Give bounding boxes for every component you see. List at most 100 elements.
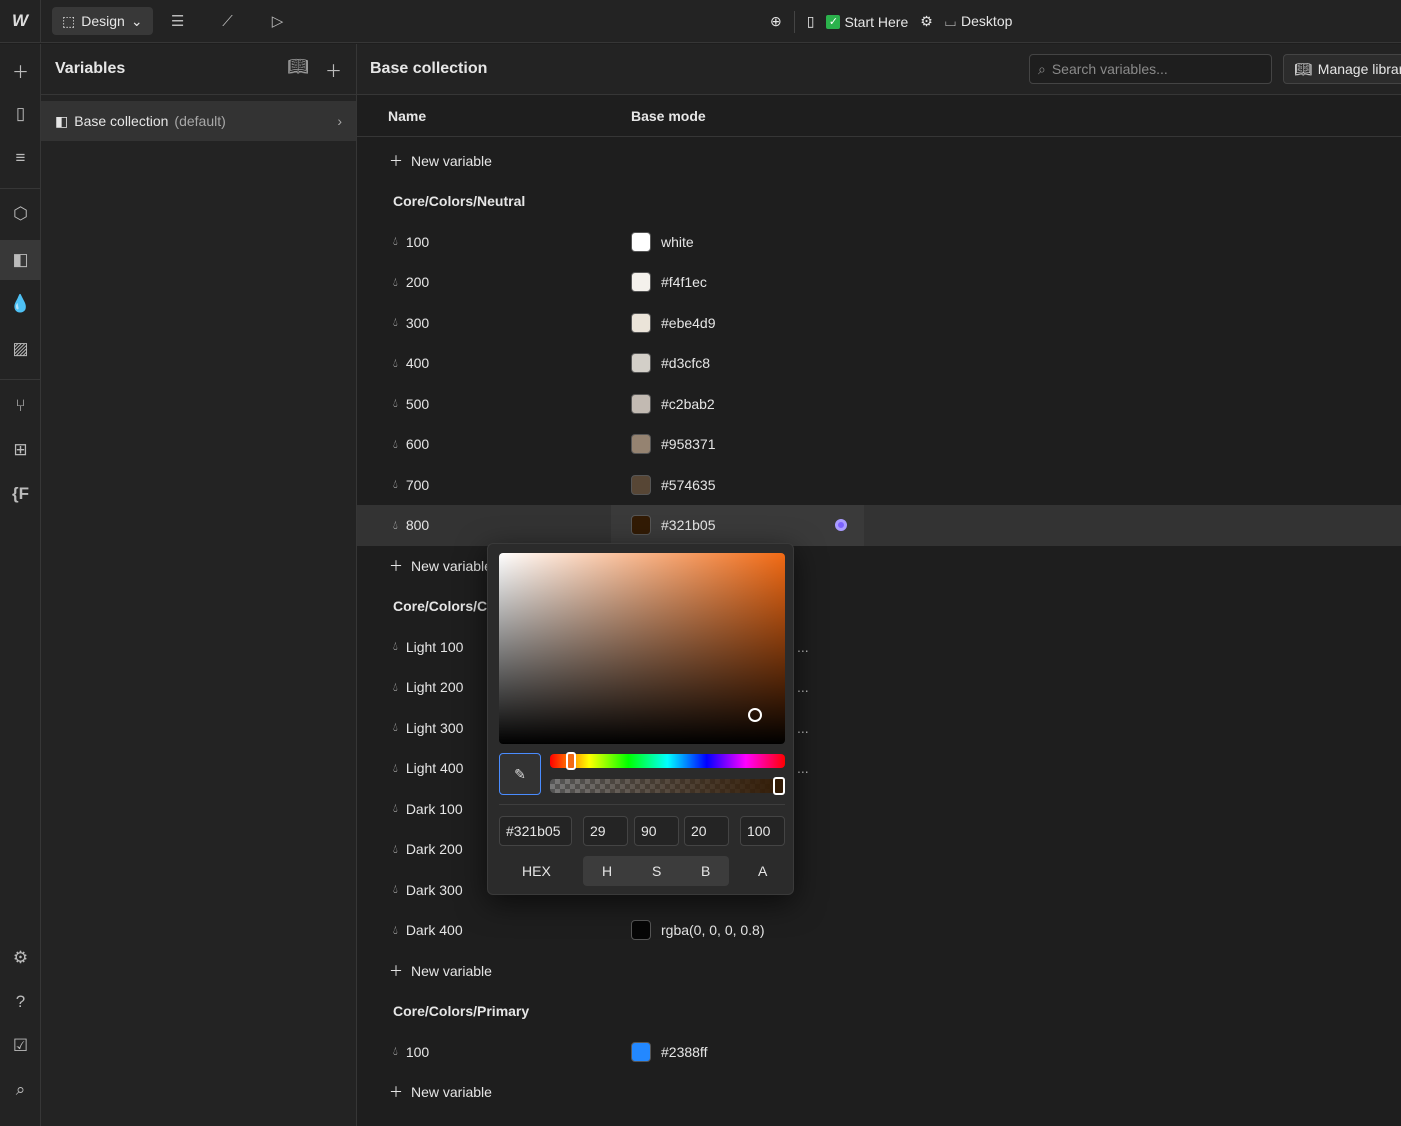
- desktop-icon: ⌴: [944, 13, 957, 29]
- variable-name: 700: [405, 476, 430, 493]
- group-header: Core/Colors/Primary: [357, 991, 1401, 1032]
- new-variable-label: New variable: [411, 557, 492, 574]
- variable-row[interactable]: 💧︎ 100 #2388ff: [357, 1032, 1401, 1073]
- variable-value[interactable]: #2388ff: [661, 1044, 707, 1060]
- apps-icon[interactable]: ⊞: [0, 440, 41, 460]
- truncated-value: ...: [797, 760, 809, 777]
- color-drop-icon: 💧︎: [393, 679, 398, 694]
- variable-name: Light 400: [405, 760, 464, 777]
- variables-icon[interactable]: ◧: [0, 240, 41, 280]
- check-icon: ✓: [826, 14, 841, 29]
- collection-icon: ◧: [55, 112, 69, 129]
- variable-name: 600: [405, 436, 430, 453]
- search-icon[interactable]: ⌕: [0, 1080, 41, 1100]
- globe-icon[interactable]: ⊕: [770, 13, 782, 30]
- panel-title: Variables: [55, 60, 126, 77]
- color-swatch[interactable]: [631, 434, 651, 455]
- manage-libraries-button[interactable]: 📖︎ Manage libraries: [1283, 54, 1401, 84]
- color-swatch[interactable]: [631, 231, 651, 252]
- pages-icon[interactable]: ▯: [0, 104, 41, 124]
- assets-icon[interactable]: ▨: [0, 339, 41, 359]
- logic-icon[interactable]: ⑂: [0, 396, 41, 416]
- variable-name: Light 200: [405, 679, 464, 696]
- variable-value[interactable]: #f4f1ec: [661, 274, 707, 290]
- alpha-slider[interactable]: [550, 777, 785, 795]
- new-variable-button[interactable]: ＋ New variable: [357, 951, 1401, 992]
- variable-value[interactable]: #321b05: [661, 517, 716, 533]
- color-drop-icon: 💧︎: [393, 355, 398, 370]
- hex-label[interactable]: HEX: [522, 863, 551, 879]
- collection-item[interactable]: ◧ Base collection (default) ›: [41, 101, 356, 141]
- styles-icon[interactable]: 💧: [0, 294, 41, 314]
- alpha-input[interactable]: 100: [740, 816, 785, 846]
- design-mode-button[interactable]: ⬚ Design ⌄: [52, 7, 153, 35]
- eyedropper-button[interactable]: ✎: [499, 753, 541, 795]
- webflow-logo[interactable]: W: [0, 0, 41, 43]
- color-swatch[interactable]: [631, 515, 651, 536]
- new-variable-button[interactable]: ＋ New variable: [357, 1072, 1401, 1113]
- search-input[interactable]: ⌕ Search variables...: [1029, 54, 1272, 84]
- settings-icon[interactable]: ⚙: [920, 13, 933, 30]
- variable-value[interactable]: #958371: [661, 436, 716, 452]
- variable-name: 400: [405, 355, 430, 372]
- alpha-thumb[interactable]: [773, 777, 785, 795]
- color-drop-icon: 💧︎: [393, 760, 398, 775]
- hue-input[interactable]: 29: [583, 816, 628, 846]
- navigator-icon[interactable]: ≡: [0, 148, 41, 168]
- column-name: Name: [388, 107, 427, 124]
- mode-label: Design: [81, 13, 125, 29]
- color-swatch[interactable]: [631, 474, 651, 495]
- variable-row[interactable]: 💧︎ 300 #ebe4d9: [357, 303, 1401, 344]
- new-variable-button[interactable]: ＋ New variable: [357, 141, 1401, 182]
- saturation-input[interactable]: 90: [634, 816, 679, 846]
- color-drop-icon: 💧︎: [393, 234, 398, 249]
- color-swatch[interactable]: [631, 393, 651, 414]
- variable-value[interactable]: rgba(0, 0, 0, 0.8): [661, 922, 765, 938]
- variable-row[interactable]: 💧︎ 400 #d3cfc8: [357, 343, 1401, 384]
- variable-row[interactable]: 💧︎ 100 white: [357, 222, 1401, 263]
- new-variable-label: New variable: [411, 962, 492, 979]
- variable-value[interactable]: #d3cfc8: [661, 355, 710, 371]
- color-drop-icon: 💧︎: [393, 922, 398, 937]
- audit-icon[interactable]: ☑: [0, 1036, 41, 1056]
- collection-title: Base collection: [370, 60, 488, 77]
- book-icon[interactable]: 📖︎: [287, 57, 309, 82]
- color-thumb[interactable]: [748, 708, 762, 722]
- color-swatch[interactable]: [631, 1041, 651, 1062]
- analytics-icon[interactable]: ⟋: [203, 13, 253, 30]
- variable-row[interactable]: 💧︎ 700 #574635: [357, 465, 1401, 506]
- brightness-input[interactable]: 20: [684, 816, 729, 846]
- variable-row[interactable]: 💧︎ 800 #321b05: [357, 505, 1401, 546]
- variable-row[interactable]: 💧︎ 600 #958371: [357, 424, 1401, 465]
- group-name: Core/Colors/Neutral: [393, 193, 526, 210]
- variable-row[interactable]: 💧︎ 500 #c2bab2: [357, 384, 1401, 425]
- add-icon[interactable]: ＋: [0, 58, 41, 83]
- hue-slider[interactable]: [550, 752, 785, 770]
- color-swatch[interactable]: [631, 272, 651, 293]
- database-icon[interactable]: ☰: [153, 12, 203, 30]
- search-placeholder: Search variables...: [1051, 61, 1168, 77]
- variable-value[interactable]: #c2bab2: [661, 396, 715, 412]
- page-selector[interactable]: ✓ Start Here: [826, 14, 908, 30]
- fonts-icon[interactable]: {F: [0, 484, 41, 504]
- components-icon[interactable]: ⬡: [0, 204, 41, 224]
- variable-row[interactable]: 💧︎ 200 #f4f1ec: [357, 262, 1401, 303]
- variable-value[interactable]: #574635: [661, 477, 716, 493]
- hue-thumb[interactable]: [566, 752, 576, 770]
- color-drop-icon: 💧︎: [393, 882, 398, 897]
- settings-icon[interactable]: ⚙: [0, 948, 41, 968]
- color-swatch[interactable]: [631, 920, 651, 941]
- saturation-brightness-area[interactable]: [499, 553, 785, 744]
- variable-value[interactable]: white: [661, 234, 694, 250]
- color-swatch[interactable]: [631, 312, 651, 333]
- add-collection-icon[interactable]: ＋: [325, 57, 342, 82]
- variable-row[interactable]: 💧︎ Dark 400 rgba(0, 0, 0, 0.8): [357, 910, 1401, 951]
- truncated-value: ...: [797, 638, 809, 655]
- variable-value[interactable]: #ebe4d9: [661, 315, 716, 331]
- color-swatch[interactable]: [631, 353, 651, 374]
- hex-input[interactable]: #321b05: [499, 816, 572, 846]
- breakpoint-selector[interactable]: ⌴ Desktop: [945, 13, 1013, 30]
- play-icon[interactable]: ▷: [253, 12, 303, 30]
- help-icon[interactable]: ?: [0, 992, 41, 1012]
- color-drop-icon: 💧︎: [393, 396, 398, 411]
